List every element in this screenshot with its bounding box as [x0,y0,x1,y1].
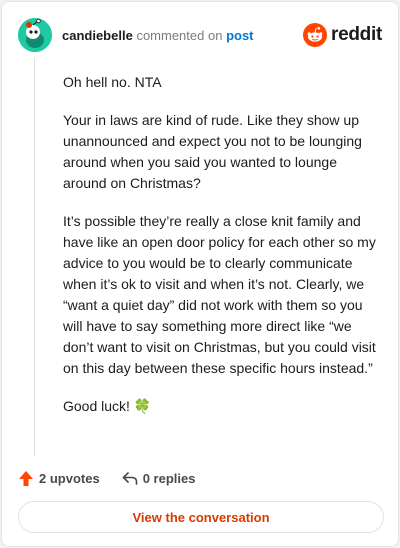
upvote-count: 2 upvotes [39,470,100,486]
clover-emoji: 🍀 [133,398,152,414]
comment-card: candiebelle commented on post reddit Oh … [1,1,399,547]
comment-paragraph-text: Good luck! [63,398,130,414]
comment-body: Oh hell no. NTA Your in laws are kind of… [63,72,379,434]
upvote-button[interactable]: 2 upvotes [18,470,100,487]
reddit-wordmark: reddit [331,24,382,45]
snoo-avatar-icon [18,18,52,52]
thread-line [34,58,35,456]
avatar[interactable] [18,18,52,52]
reddit-snoo-icon [303,23,328,47]
username-link[interactable]: candiebelle [62,28,133,43]
comment-meta: candiebelle commented on post [62,28,254,43]
comment-paragraph-last: Good luck! 🍀 [63,396,379,417]
reddit-logo[interactable]: reddit [303,22,382,48]
post-link[interactable]: post [226,28,253,43]
comment-header: candiebelle commented on post reddit [18,18,382,54]
comment-actions: 2 upvotes 0 replies [18,468,195,488]
comment-paragraph: It’s possible they’re really a close kni… [63,213,376,376]
comment-paragraph: Your in laws are kind of rude. Like they… [63,112,362,191]
upvote-arrow-icon [19,470,33,486]
reply-count: 0 replies [142,470,196,486]
reply-button[interactable]: 0 replies [122,470,196,486]
reply-arrow-icon [122,472,137,485]
view-conversation-button[interactable]: View the conversation [18,501,384,533]
comment-paragraph: Oh hell no. NTA [63,74,162,90]
action-text: commented on [136,28,223,43]
